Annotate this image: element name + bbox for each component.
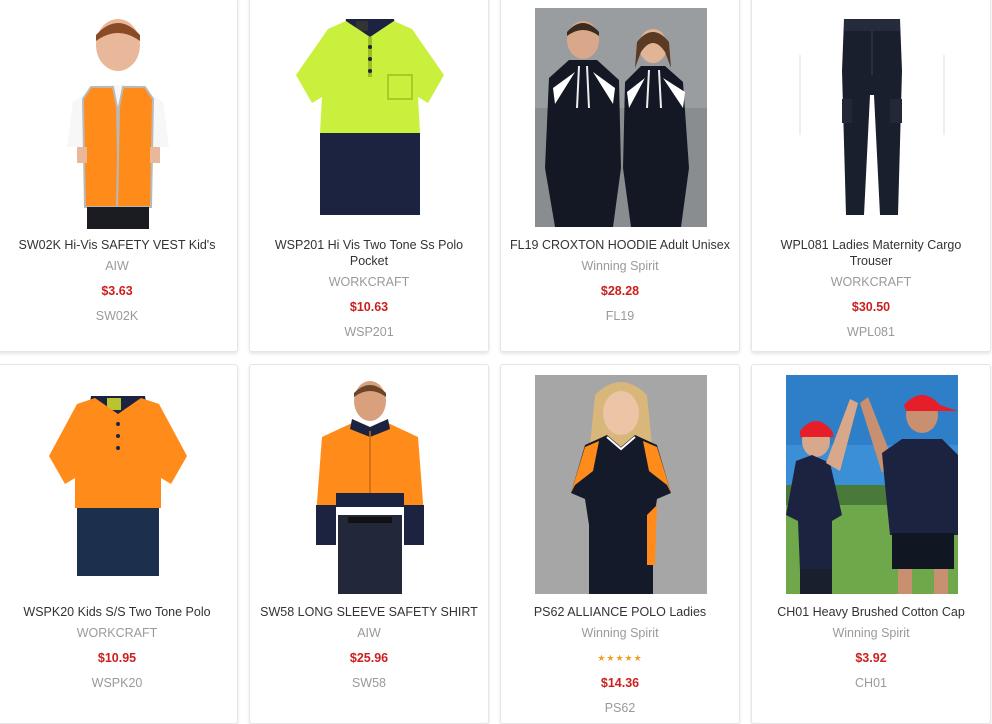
product-title[interactable]: SW02K Hi-Vis SAFETY VEST Kid's xyxy=(3,237,231,253)
product-brand: WORKCRAFT xyxy=(76,626,158,640)
hivis-polo-image xyxy=(292,15,448,217)
cap-people-image xyxy=(786,375,958,594)
cargo-trouser-image xyxy=(798,15,946,225)
product-sku: PS62 xyxy=(604,701,636,715)
product-sku: CH01 xyxy=(855,676,887,690)
product-image[interactable] xyxy=(535,375,707,594)
product-card[interactable]: PS62 ALLIANCE POLO Ladies Winning Spirit… xyxy=(500,364,740,724)
product-price: $30.50 xyxy=(851,300,891,314)
product-card[interactable]: WPL081 Ladies Maternity Cargo Trouser WO… xyxy=(751,0,991,352)
product-price: $10.95 xyxy=(97,651,137,665)
product-sku: WSPK20 xyxy=(91,676,143,690)
product-price: $28.28 xyxy=(600,284,640,298)
product-card[interactable]: FL19 CROXTON HOODIE Adult Unisex Winning… xyxy=(500,0,740,352)
product-sku: SW02K xyxy=(95,309,139,323)
product-card[interactable]: WSP201 Hi Vis Two Tone Ss Polo Pocket WO… xyxy=(249,0,489,352)
woman-polo-image xyxy=(535,375,707,594)
product-title[interactable]: SW58 LONG SLEEVE SAFETY SHIRT xyxy=(256,604,482,620)
product-price: $3.63 xyxy=(101,284,133,298)
product-sku: SW58 xyxy=(351,676,387,690)
product-title[interactable]: PS62 ALLIANCE POLO Ladies xyxy=(507,604,733,620)
product-title[interactable]: WSP201 Hi Vis Two Tone Ss Polo Pocket xyxy=(256,237,482,269)
product-card[interactable]: CH01 Heavy Brushed Cotton Cap Winning Sp… xyxy=(751,364,991,724)
product-brand: Winning Spirit xyxy=(581,626,659,640)
product-brand: Winning Spirit xyxy=(832,626,910,640)
product-image[interactable] xyxy=(535,8,707,227)
product-image[interactable] xyxy=(798,15,946,225)
product-image[interactable] xyxy=(47,392,189,578)
safety-shirt-man-image xyxy=(308,375,432,594)
product-brand: AIW xyxy=(357,626,381,640)
product-image[interactable] xyxy=(292,15,448,217)
product-price: $25.96 xyxy=(349,651,389,665)
product-price: $3.92 xyxy=(855,651,887,665)
product-sku: WSP201 xyxy=(344,325,394,339)
product-brand: WORKCRAFT xyxy=(328,275,410,289)
product-card[interactable]: SW58 LONG SLEEVE SAFETY SHIRT AIW $25.96… xyxy=(249,364,489,724)
product-brand: WORKCRAFT xyxy=(830,275,912,289)
product-sku: FL19 xyxy=(605,309,635,323)
product-card[interactable]: SW02K Hi-Vis SAFETY VEST Kid's AIW $3.63… xyxy=(0,0,238,352)
product-sku: WPL081 xyxy=(847,325,895,339)
hoodie-couple-image xyxy=(535,8,707,227)
product-price: $10.63 xyxy=(349,300,389,314)
kids-polo-image xyxy=(47,392,189,578)
product-title[interactable]: FL19 CROXTON HOODIE Adult Unisex xyxy=(507,237,733,253)
product-title[interactable]: WSPK20 Kids S/S Two Tone Polo xyxy=(3,604,231,620)
product-title[interactable]: CH01 Heavy Brushed Cotton Cap xyxy=(758,604,984,620)
product-brand: Winning Spirit xyxy=(581,259,659,273)
product-title[interactable]: WPL081 Ladies Maternity Cargo Trouser xyxy=(758,237,984,269)
star-rating: ★★★★★ xyxy=(597,653,643,663)
product-price: $14.36 xyxy=(600,676,640,690)
product-brand: AIW xyxy=(105,259,129,273)
product-card[interactable]: WSPK20 Kids S/S Two Tone Polo WORKCRAFT … xyxy=(0,364,238,724)
product-image[interactable] xyxy=(47,7,189,229)
product-image[interactable] xyxy=(786,375,958,594)
product-image[interactable] xyxy=(308,375,432,594)
kid-vest-image xyxy=(47,7,189,229)
